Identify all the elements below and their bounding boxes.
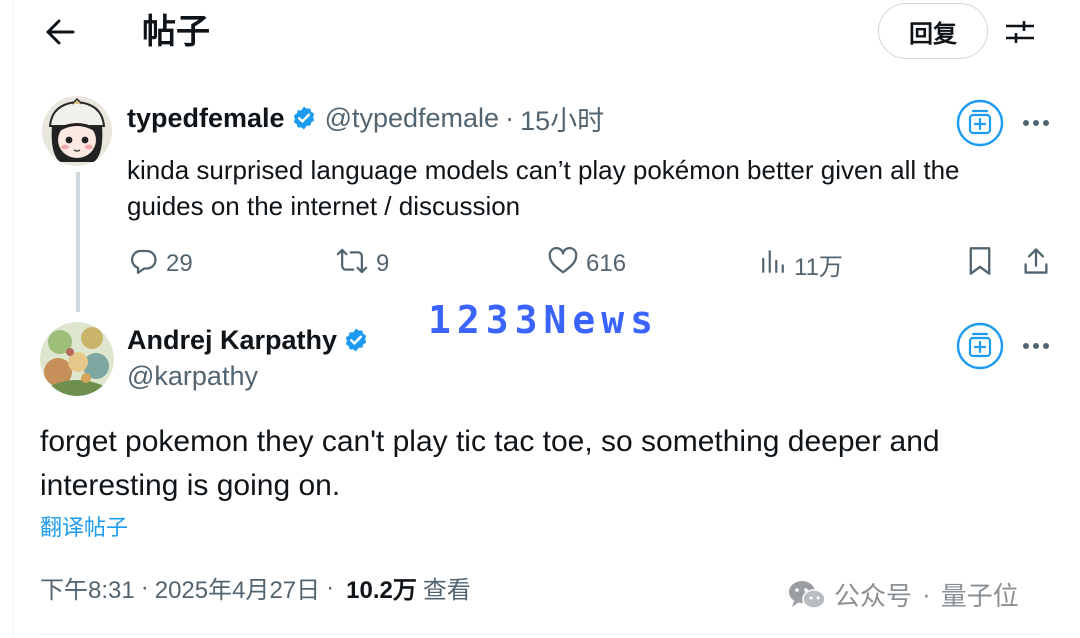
source-credit: 公众号 · 量子位	[788, 576, 1019, 613]
tweet2-text: forget pokemon they can't play tic tac t…	[40, 425, 940, 502]
meta-separator: ·	[140, 573, 149, 601]
share-button[interactable]	[1022, 244, 1050, 284]
author-handle[interactable]: @karpathy	[127, 358, 258, 394]
grok-add-button[interactable]	[955, 321, 1005, 371]
views-count: 10.2万	[346, 577, 417, 604]
reply-icon	[128, 246, 158, 283]
tweet-date[interactable]: 2025年4月27日	[155, 570, 320, 605]
tweet-time[interactable]: 15小时	[520, 99, 604, 138]
divider	[40, 634, 1040, 635]
retweet-count: 9	[376, 250, 390, 277]
author-name[interactable]: Andrej Karpathy	[127, 325, 337, 356]
avatar-karpathy[interactable]	[40, 322, 114, 396]
verified-badge-icon	[291, 105, 317, 131]
grok-add-button[interactable]	[955, 98, 1005, 148]
tweet1-author-row: typedfemale @typedfemale · 15小时	[127, 98, 604, 138]
thread-connector-line	[76, 172, 80, 312]
bookmark-icon	[966, 246, 994, 283]
top-bar: 帖子 回复	[0, 0, 1080, 64]
tweet-time[interactable]: 下午8:31	[40, 570, 135, 605]
reply-count: 29	[166, 250, 193, 277]
back-arrow-icon[interactable]	[40, 12, 80, 52]
like-action[interactable]: 616	[548, 244, 626, 284]
tweet-meta-row: 下午8:31 · 2025年4月27日 · 10.2万 查看	[40, 570, 471, 605]
credit-account: 量子位	[940, 581, 1019, 611]
credit-source: 公众号	[834, 581, 913, 611]
reply-action[interactable]: 29	[128, 244, 193, 284]
analytics-icon	[760, 248, 786, 281]
bookmark-button[interactable]	[966, 244, 994, 284]
retweet-action[interactable]: 9	[336, 244, 389, 284]
heart-icon	[548, 246, 578, 282]
tweet1-text: kinda surprised language models can’t pl…	[127, 155, 960, 221]
views-action[interactable]: 11万	[760, 244, 843, 284]
credit-separator: ·	[922, 579, 931, 609]
translate-post-link[interactable]: 翻译帖子	[40, 510, 128, 542]
page-title: 帖子	[142, 13, 210, 51]
avatar-typedfemale[interactable]	[42, 96, 112, 166]
watermark-text: 1233News	[428, 298, 660, 342]
share-icon	[1022, 246, 1050, 283]
verified-badge-icon	[343, 327, 369, 353]
meta-separator: ·	[505, 102, 515, 133]
like-count: 616	[586, 250, 627, 277]
meta-separator: ·	[326, 573, 335, 601]
more-options-icon[interactable]	[1016, 103, 1056, 143]
wechat-icon	[788, 579, 826, 611]
more-options-icon[interactable]	[1016, 326, 1056, 366]
left-border	[12, 0, 13, 638]
author-handle[interactable]: @typedfemale	[325, 103, 500, 134]
views-count: 11万	[794, 253, 843, 281]
retweet-icon	[336, 246, 368, 283]
reply-button[interactable]: 回复	[878, 3, 988, 59]
views-label: 查看	[422, 577, 471, 604]
author-name[interactable]: typedfemale	[127, 103, 285, 134]
filter-settings-icon[interactable]	[1000, 12, 1040, 52]
tweet2-author-row: Andrej Karpathy	[127, 320, 377, 360]
